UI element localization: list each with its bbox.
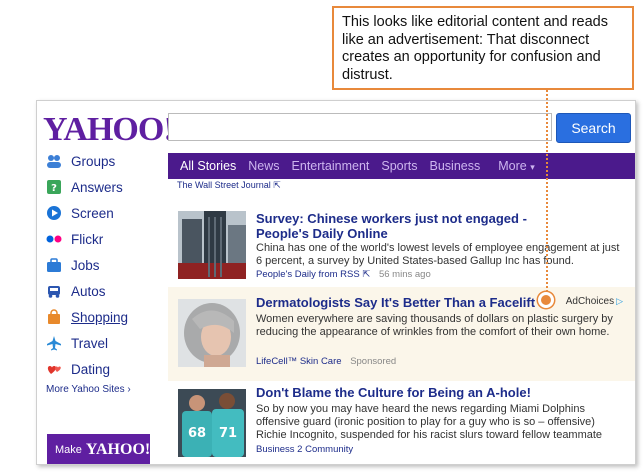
story-headline[interactable]: Survey: Chinese workers just not engaged… xyxy=(256,211,527,241)
hearts-icon xyxy=(46,361,62,377)
sidebar-item-screen[interactable]: Screen xyxy=(46,203,114,223)
sidebar-item-label: Flickr xyxy=(71,231,104,247)
adchoices-link[interactable]: AdChoices ▷ xyxy=(566,296,623,307)
tab-sports[interactable]: Sports xyxy=(381,159,417,173)
sidebar-item-flickr[interactable]: Flickr xyxy=(46,229,103,249)
sidebar-item-autos[interactable]: Autos xyxy=(46,281,106,301)
story-summary: Women everywhere are saving thousands of… xyxy=(256,313,613,338)
shopping-bag-icon xyxy=(46,309,62,325)
sidebar-item-label: Shopping xyxy=(71,309,129,325)
story-headline-line: People's Daily Online xyxy=(256,226,388,241)
tab-all-stories[interactable]: All Stories xyxy=(180,159,236,173)
story-time: 56 mins ago xyxy=(378,269,431,280)
chevron-down-icon: ▾ xyxy=(530,162,535,172)
make-prefix: Make xyxy=(55,444,82,456)
sidebar-item-jobs[interactable]: Jobs xyxy=(46,255,100,275)
sidebar-item-label: Dating xyxy=(71,361,111,377)
external-link-icon: ⇱ xyxy=(362,269,371,280)
sidebar-item-label: Jobs xyxy=(71,257,100,273)
story-headline[interactable]: Don't Blame the Culture for Being an A-h… xyxy=(256,385,531,400)
sidebar-item-travel[interactable]: Travel xyxy=(46,333,108,353)
external-link-icon: ⇱ xyxy=(273,180,281,190)
jersey-number: 68 xyxy=(188,426,206,441)
flickr-icon xyxy=(46,231,62,247)
car-icon xyxy=(46,283,62,299)
sidebar-item-shopping[interactable]: Shopping xyxy=(46,307,128,327)
annotation-leader-line xyxy=(546,90,548,300)
story-summary: So by now you may have heard the news re… xyxy=(256,403,603,441)
more-label: More xyxy=(498,159,527,173)
sidebar-item-label: Answers xyxy=(71,179,123,195)
annotation-text: This looks like editorial content and re… xyxy=(342,14,608,83)
make-yahoo-homepage-button[interactable]: Make YAHOO! xyxy=(47,434,151,464)
wsj-credit-text: The Wall Street Journal xyxy=(177,180,271,190)
groups-icon xyxy=(46,153,62,169)
tab-business[interactable]: Business xyxy=(430,159,481,173)
make-brand: YAHOO! xyxy=(85,441,151,458)
jersey-number: 71 xyxy=(219,426,237,441)
tab-news[interactable]: News xyxy=(248,159,279,173)
story-headline[interactable]: Dermatologists Say It's Better Than a Fa… xyxy=(256,295,535,310)
story-source[interactable]: People's Daily from RSS xyxy=(256,269,360,280)
story-meta: Business 2 Community xyxy=(256,444,353,455)
story-meta: LifeCell™ Skin Care Sponsored xyxy=(256,356,396,367)
story-meta: People's Daily from RSS ⇱ 56 mins ago xyxy=(256,269,431,280)
sidebar-item-dating[interactable]: Dating xyxy=(46,359,110,379)
story-item[interactable]: 68 71 Don't Blame the Culture for Being … xyxy=(168,381,635,464)
sidebar: Groups ? Answers Screen Flickr Jobs Auto… xyxy=(37,151,167,464)
sidebar-item-label: Travel xyxy=(71,335,109,351)
more-yahoo-sites-link[interactable]: More Yahoo Sites › xyxy=(46,384,131,395)
sidebar-item-label: Screen xyxy=(71,205,114,221)
airplane-icon xyxy=(46,335,62,351)
search-button[interactable]: Search xyxy=(556,113,631,143)
answers-icon: ? xyxy=(46,179,62,195)
screen-icon xyxy=(46,205,62,221)
annotation-marker xyxy=(538,292,554,308)
svg-text:?: ? xyxy=(51,183,57,194)
briefcase-icon xyxy=(46,257,62,273)
story-item[interactable]: Survey: Chinese workers just not engaged… xyxy=(168,199,635,287)
sidebar-item-label: Groups xyxy=(71,153,116,169)
yahoo-logo[interactable]: YAHOO! xyxy=(43,111,175,149)
story-thumbnail[interactable] xyxy=(178,211,246,279)
annotation-callout: This looks like editorial content and re… xyxy=(332,6,634,90)
sidebar-item-answers[interactable]: ? Answers xyxy=(46,177,123,197)
story-nav: All Stories News Entertainment Sports Bu… xyxy=(168,153,635,179)
story-thumbnail[interactable] xyxy=(178,299,246,367)
story-thumbnail[interactable]: 68 71 xyxy=(178,389,246,457)
tab-entertainment[interactable]: Entertainment xyxy=(292,159,370,173)
story-source[interactable]: Business 2 Community xyxy=(256,444,353,455)
wsj-credit-link[interactable]: The Wall Street Journal ⇱ xyxy=(177,180,281,191)
search-input[interactable] xyxy=(168,113,552,141)
sponsored-label: Sponsored xyxy=(350,356,397,367)
adchoices-label: AdChoices xyxy=(565,296,615,307)
sponsored-story-item[interactable]: Dermatologists Say It's Better Than a Fa… xyxy=(168,287,635,381)
sidebar-item-label: Autos xyxy=(71,283,106,299)
tab-more[interactable]: More ▾ xyxy=(498,159,535,173)
adchoices-icon: ▷ xyxy=(616,296,623,306)
story-source[interactable]: LifeCell™ Skin Care xyxy=(256,356,342,367)
story-headline-line: Survey: Chinese workers just not engaged… xyxy=(256,211,527,226)
sidebar-item-groups[interactable]: Groups xyxy=(46,151,115,171)
story-summary: China has one of the world's lowest leve… xyxy=(256,242,620,267)
